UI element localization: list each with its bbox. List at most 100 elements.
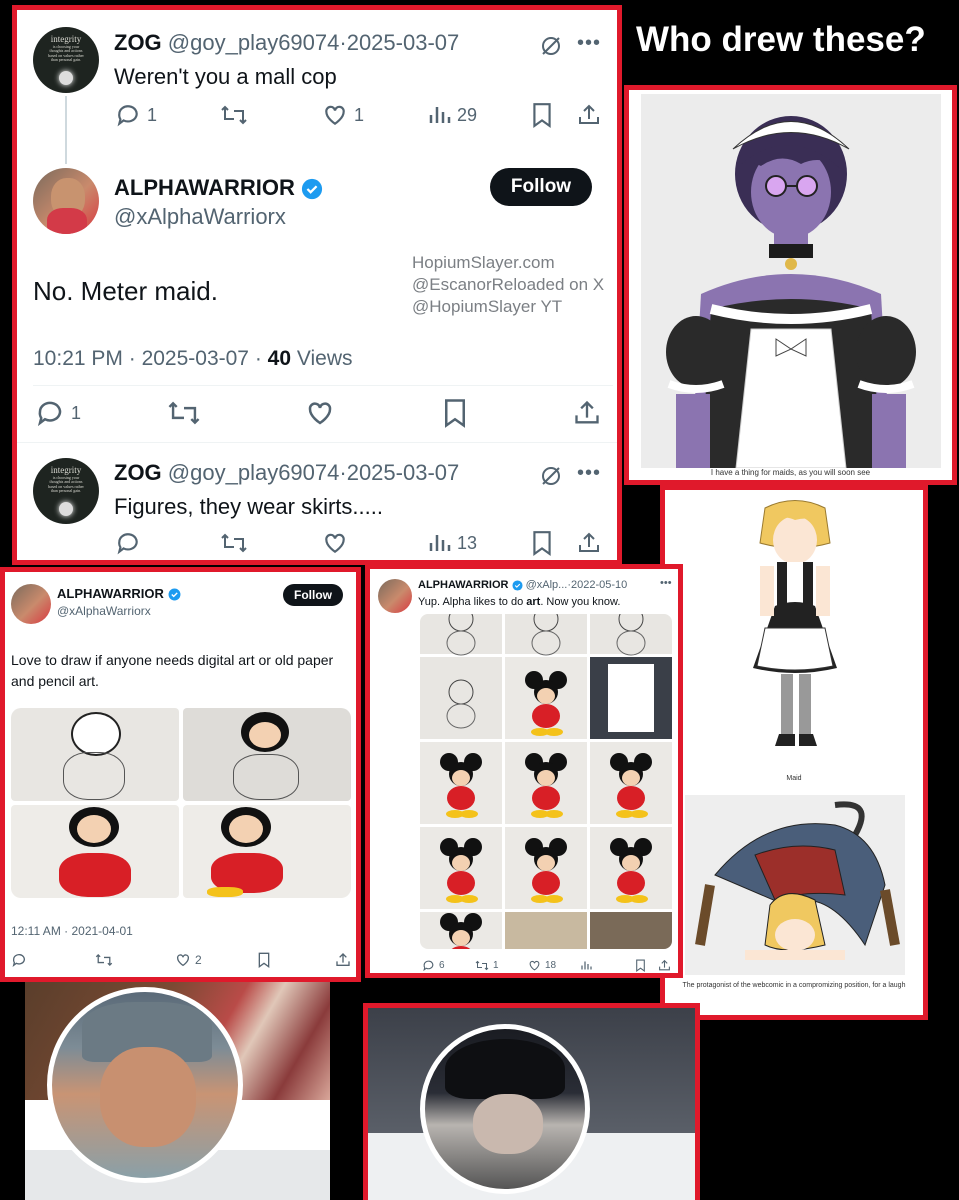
follow-button[interactable]: Follow [490,168,592,206]
reply-icon [423,960,434,972]
reply2-text: Figures, they wear skirts..... [114,494,383,519]
media-thumb[interactable] [183,708,351,801]
share-icon [579,104,599,124]
main-thread-panel: integrity is choosing your thoughts and … [12,5,622,565]
alphawarrior-avatar[interactable] [11,584,51,624]
bookmark-icon [636,959,645,972]
bookmark-icon [258,952,270,968]
reply2-reply-button[interactable] [115,530,141,556]
mid-share-button[interactable] [658,959,671,972]
reply1-name[interactable]: ZOG [114,30,162,55]
bookmark-icon [533,531,551,556]
left-retweet-button[interactable] [95,952,113,968]
views-icon [581,961,592,970]
reply1-handle[interactable]: @goy_play69074 [168,30,340,55]
tweet-mid-date[interactable]: 2022-05-10 [571,579,627,591]
tweet-mid-handle[interactable]: @xAlp... [526,579,568,591]
more-icon[interactable]: ••• [577,462,601,485]
main-bookmark-button[interactable] [442,398,468,428]
heart-icon [529,960,540,971]
profile-avatar[interactable] [420,1024,590,1194]
retweet-icon [168,401,200,425]
thread-line [65,96,67,164]
share-icon [336,953,350,966]
reply2-like-button[interactable] [322,530,348,556]
reply2-date[interactable]: 2025-03-07 [347,460,460,485]
reply2-views-button[interactable]: 13 [427,530,477,556]
left-bookmark-button[interactable] [257,952,271,968]
reply2-share-button[interactable] [577,530,601,556]
tweet-love-to-draw: ALPHAWARRIOR @xAlphaWarriorx Follow Love… [0,567,361,982]
share-icon [579,532,599,552]
reply1-like-button[interactable]: 1 [322,102,364,128]
page-heading: Who drew these? [636,20,926,59]
mute-icon[interactable] [539,464,563,493]
media-thumb[interactable] [11,805,179,898]
art-panel-webcomic: Maid The protagonist of the webcomic in … [660,485,928,1020]
main-tweet-text: No. Meter maid. [33,276,218,306]
tweet-left-timestamp[interactable]: 12:11 AM · 2021-04-01 [11,924,133,938]
tweet-left-handle[interactable]: @xAlphaWarriorx [57,604,151,618]
reply1-share-button[interactable] [577,102,601,128]
main-tweet-date[interactable]: 2025-03-07 [142,347,249,370]
protagonist-caption: The protagonist of the webcomic in a com… [682,982,906,989]
maid-caption: I have a thing for maids, as you will so… [710,468,871,477]
reply2-handle[interactable]: @goy_play69074 [168,460,340,485]
reply1-views-button[interactable]: 29 [427,102,477,128]
art-panel-maid: I have a thing for maids, as you will so… [624,85,957,485]
reply2-bookmark-button[interactable] [531,530,553,556]
follow-button[interactable]: Follow [283,584,343,606]
mid-retweet-button[interactable]: 1 [475,959,499,972]
reply-icon [117,533,138,555]
alphawarrior-avatar[interactable] [33,168,99,234]
reply1-text: Weren't you a mall cop [114,64,337,89]
reply2-name[interactable]: ZOG [114,460,162,485]
media-thumb[interactable] [11,708,179,801]
left-share-button[interactable] [335,952,351,968]
divider [17,442,617,443]
mid-reply-button[interactable]: 6 [422,959,445,972]
divider [33,385,613,386]
protagonist-drawing [685,795,905,975]
retweet-icon [95,953,113,967]
more-icon[interactable]: ••• [660,577,672,589]
views-icon [429,535,451,551]
main-tweet-views-count: 40 [267,347,292,370]
mid-bookmark-button[interactable] [635,959,646,972]
tweet-mid-name[interactable]: ALPHAWARRIOR [418,579,508,591]
alphawarrior-avatar[interactable] [378,579,412,613]
reply2-retweet-button[interactable] [220,530,248,556]
mid-views-button[interactable] [580,959,592,972]
main-reply-button[interactable]: 1 [35,398,81,428]
reply1-bookmark-button[interactable] [531,102,553,128]
main-tweet-name[interactable]: ALPHAWARRIOR [114,175,295,200]
dandelion-icon [59,502,73,516]
tweet-mid-media-grid[interactable] [420,614,672,949]
mute-icon[interactable] [539,34,563,63]
bookmark-icon [445,399,465,428]
main-share-button[interactable] [573,398,601,428]
reply1-date[interactable]: 2025-03-07 [347,30,460,55]
tweet-left-name[interactable]: ALPHAWARRIOR [57,586,164,601]
left-reply-button[interactable] [11,952,27,968]
retweet-icon [475,960,489,971]
heart-icon [325,105,345,125]
profile-avatar[interactable] [47,987,243,1183]
profile-header-1 [25,982,330,1200]
zog-avatar[interactable]: integrity is choosing your thoughts and … [33,27,99,93]
main-tweet-handle[interactable]: @xAlphaWarriorx [114,204,286,230]
left-like-button[interactable]: 2 [175,952,202,968]
more-icon[interactable]: ••• [577,32,601,55]
reply1-reply-button[interactable]: 1 [115,102,157,128]
media-thumb[interactable] [183,805,351,898]
zog-avatar[interactable]: integrity is choosing your thoughts and … [33,458,99,524]
main-retweet-button[interactable] [167,398,201,428]
heart-icon [177,954,189,967]
reply1-retweet-button[interactable] [220,102,248,128]
main-tweet-time[interactable]: 10:21 PM [33,347,123,370]
mid-like-button[interactable]: 18 [528,959,556,972]
tweet-mickey-grid: ALPHAWARRIOR @xAlp...·2022-05-10 ••• Yup… [365,564,683,978]
tweet-mid-text: Yup. Alpha likes to do art. Now you know… [418,596,621,608]
tweet-left-media-grid[interactable] [11,708,351,898]
main-like-button[interactable] [305,398,335,428]
